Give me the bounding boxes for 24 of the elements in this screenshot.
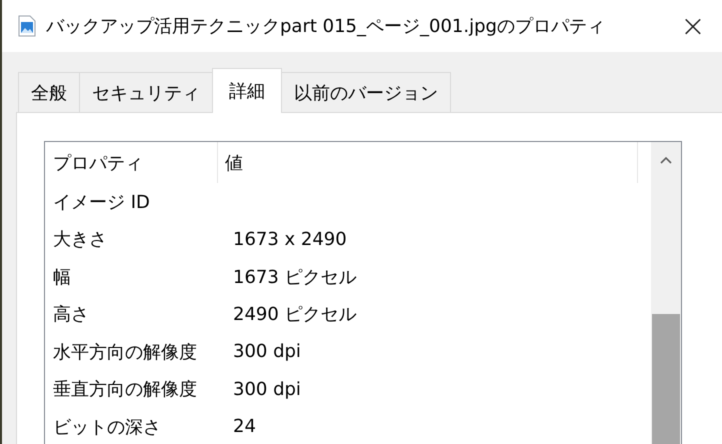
table-cell-text: 高さ bbox=[52, 303, 90, 326]
close-button[interactable]: × bbox=[664, 0, 722, 52]
tab[interactable]: 以前のバージョン bbox=[281, 72, 451, 112]
tab[interactable]: 全般 bbox=[18, 72, 80, 112]
table-cell-text: イメージ ID bbox=[52, 190, 151, 214]
table-cell-text: 24 bbox=[232, 416, 256, 438]
column-header[interactable]: 値 bbox=[218, 142, 638, 183]
scrollbar-thumb[interactable] bbox=[652, 314, 680, 444]
table-cell-text: 垂直方向の解像度 bbox=[52, 378, 198, 402]
table-cell-text: 水平方向の解像度 bbox=[52, 340, 198, 364]
scrollbar[interactable] bbox=[651, 142, 681, 444]
table-cell-text: 300 dpi bbox=[232, 378, 301, 400]
tab[interactable]: 詳細 bbox=[212, 68, 282, 113]
column-header[interactable]: プロパティ bbox=[45, 142, 218, 183]
image-file-icon bbox=[18, 15, 36, 37]
table-cell-text: 1673 x 2490 bbox=[232, 228, 347, 250]
table-cell-text: 2490 ピクセル bbox=[232, 303, 357, 326]
table-cell-text: 大きさ bbox=[52, 228, 108, 252]
window-title: バックアップ活用テクニックpart 015_ページ_001.jpgのプロパティ bbox=[46, 15, 606, 38]
table-cell-text: ビットの深さ bbox=[52, 416, 162, 439]
table-cell-text: 300 dpi bbox=[232, 341, 301, 362]
table-cell-text: 1673 ピクセル bbox=[232, 266, 357, 289]
scroll-up-icon[interactable] bbox=[660, 156, 672, 164]
table-cell-text: 幅 bbox=[52, 266, 72, 289]
